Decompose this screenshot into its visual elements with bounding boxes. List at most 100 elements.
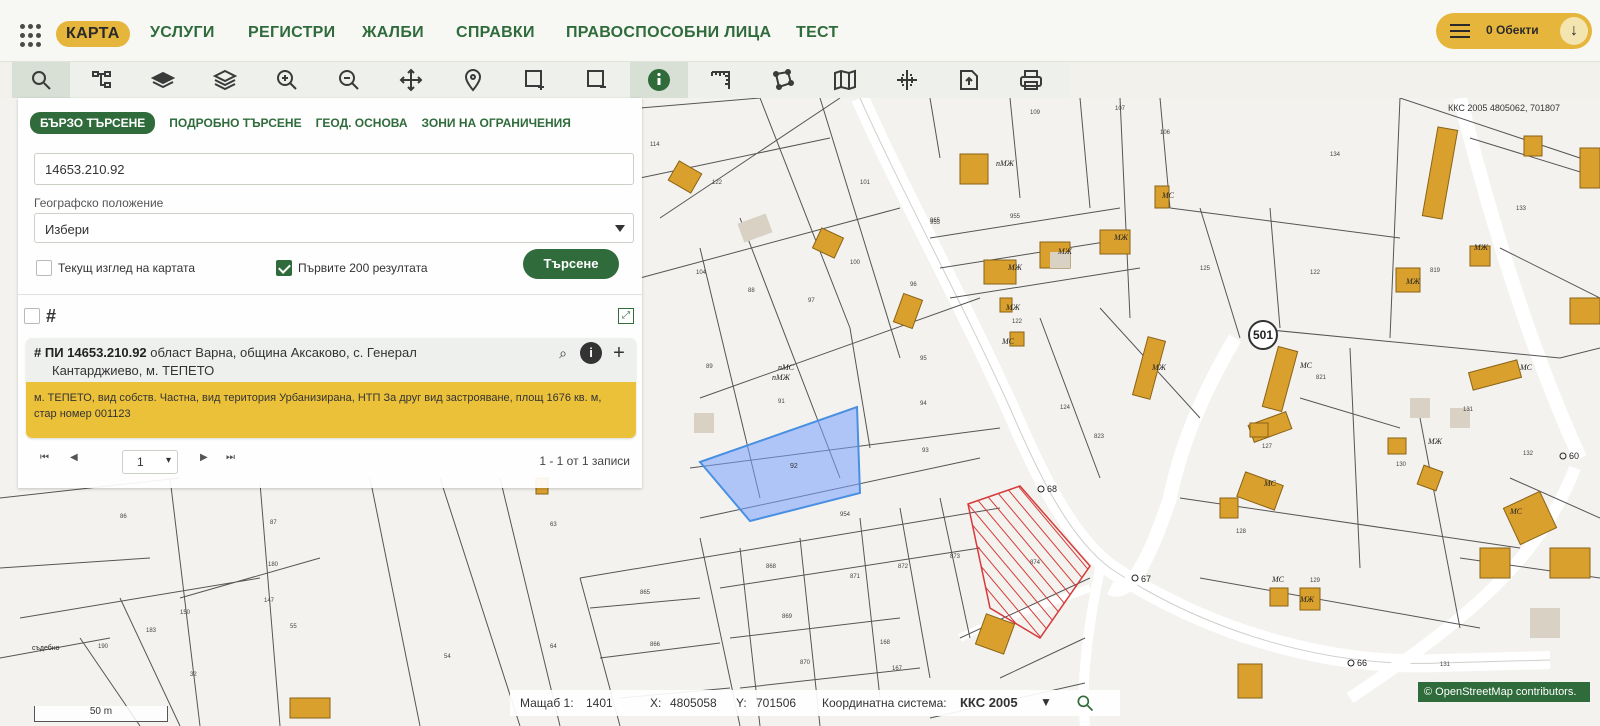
upload-icon (960, 70, 978, 90)
search-icon[interactable] (1075, 693, 1095, 713)
search-tabs: БЪРЗО ТЪРСЕНЕ ПОДРОБНО ТЪРСЕНЕ ГЕОД. ОСН… (30, 112, 571, 134)
svg-text:821: 821 (1316, 375, 1327, 381)
pan-icon (399, 68, 423, 92)
svg-text:869: 869 (782, 614, 793, 620)
location-tool[interactable] (444, 62, 502, 98)
upload-tool[interactable] (940, 62, 998, 98)
polygon-tool[interactable] (754, 62, 812, 98)
search-icon (32, 71, 51, 90)
osm-attribution[interactable]: © OpenStreetMap contributors. (1418, 682, 1590, 702)
result-details-text: м. ТЕПЕТО, вид собств. Частна, вид терит… (34, 392, 602, 420)
svg-text:109: 109 (1030, 110, 1041, 116)
x-label: X: (650, 696, 662, 710)
tab-detailed-search[interactable]: ПОДРОБНО ТЪРСЕНЕ (169, 112, 301, 134)
measure-tool[interactable] (692, 62, 750, 98)
caret-down-icon[interactable]: ▼ (1040, 695, 1052, 709)
svg-text:88: 88 (748, 288, 755, 294)
svg-text:94: 94 (920, 401, 927, 407)
layers-tool[interactable] (134, 62, 192, 98)
expand-icon[interactable]: ⤢ (618, 308, 634, 324)
result-header: # ПИ 14653.210.92 област Варна, община А… (26, 338, 636, 382)
map-tool[interactable] (816, 62, 874, 98)
nav-references[interactable]: СПРАВКИ (456, 24, 535, 42)
geo-location-select[interactable]: Избери (34, 213, 634, 243)
nav-complaints[interactable]: ЖАЛБИ (362, 24, 424, 42)
svg-text:122: 122 (1012, 319, 1023, 325)
layers-stack-icon (213, 69, 237, 91)
print-tool[interactable] (1002, 62, 1060, 98)
top-navigation: КАРТА УСЛУГИ РЕГИСТРИ ЖАЛБИ СПРАВКИ ПРАВ… (0, 0, 1600, 62)
svg-text:МЖ: МЖ (1057, 247, 1073, 256)
svg-text:64: 64 (550, 644, 557, 650)
tree-tool[interactable] (74, 62, 132, 98)
svg-text:104: 104 (696, 270, 707, 276)
zoom-to-result-icon[interactable]: ⌕ (552, 342, 574, 364)
select-add-tool[interactable] (506, 62, 564, 98)
caret-down-icon (615, 225, 625, 232)
info-tool[interactable] (630, 62, 688, 98)
zoom-out-tool[interactable] (320, 62, 378, 98)
pan-tool[interactable] (382, 62, 440, 98)
result-card[interactable]: # ПИ 14653.210.92 област Варна, община А… (26, 338, 636, 438)
tab-quick-search[interactable]: БЪРЗО ТЪРСЕНЕ (30, 112, 156, 134)
prev-page-icon[interactable]: ◀ (70, 452, 78, 463)
svg-text:91: 91 (778, 399, 785, 405)
search-button[interactable]: Търсене (523, 249, 619, 279)
select-all-checkbox[interactable] (24, 308, 40, 324)
current-view-checkbox[interactable] (36, 260, 52, 276)
last-page-icon[interactable]: ⏭ (226, 452, 235, 463)
svg-text:167: 167 (892, 666, 903, 672)
hash-icon: # (34, 345, 45, 360)
info-icon[interactable]: i (580, 342, 602, 364)
zoom-in-tool[interactable] (258, 62, 316, 98)
svg-text:954: 954 (840, 512, 851, 518)
first-page-icon[interactable]: ⏮ (40, 452, 49, 463)
crosshair-icon (897, 70, 917, 90)
chevron-down-icon: ▾ (165, 455, 171, 466)
svg-text:55: 55 (290, 624, 297, 630)
next-page-icon[interactable]: ▶ (200, 452, 208, 463)
page-select[interactable]: 1 ▾ (122, 450, 178, 474)
svg-text:60: 60 (1569, 451, 1579, 461)
svg-text:124: 124 (1060, 405, 1071, 411)
crosshair-tool[interactable] (878, 62, 936, 98)
svg-text:823: 823 (1094, 434, 1105, 440)
first-200-option[interactable]: Първите 200 резултата (276, 260, 428, 276)
search-input[interactable] (34, 153, 634, 185)
svg-text:МЖ: МЖ (1005, 303, 1021, 312)
add-icon[interactable]: + (608, 342, 630, 364)
page-select-value: 1 (137, 455, 144, 469)
tab-geodetic-base[interactable]: ГЕОД. ОСНОВА (316, 112, 408, 134)
svg-text:868: 868 (766, 564, 777, 570)
layers-stack-tool[interactable] (196, 62, 254, 98)
result-actions: ⌕ i + (552, 342, 630, 364)
result-details: м. ТЕПЕТО, вид собств. Частна, вид терит… (26, 382, 636, 438)
nav-test[interactable]: ТЕСТ (796, 24, 839, 42)
svg-text:92: 92 (790, 463, 798, 470)
nav-services[interactable]: УСЛУГИ (150, 24, 215, 42)
first-200-checkbox[interactable] (276, 260, 292, 276)
svg-text:106: 106 (1160, 130, 1171, 136)
select-remove-tool[interactable] (568, 62, 626, 98)
nav-map[interactable]: КАРТА (56, 21, 130, 47)
svg-text:54: 54 (444, 654, 451, 660)
crs-select[interactable]: ККС 2005 (960, 695, 1018, 710)
apps-grid-icon[interactable] (20, 24, 44, 48)
current-view-label: Текущ изглед на картата (58, 261, 196, 275)
objects-button[interactable]: 0 Обекти ↓ (1436, 13, 1592, 49)
svg-text:МЖ: МЖ (1473, 243, 1489, 252)
current-view-option[interactable]: Текущ изглед на картата (36, 260, 195, 276)
result-location-1: област Варна, община Аксаково, с. Генера… (150, 345, 417, 360)
zoom-in-icon (277, 70, 297, 90)
download-arrow-icon[interactable]: ↓ (1560, 17, 1588, 45)
nav-registers[interactable]: РЕГИСТРИ (248, 24, 335, 42)
search-tool[interactable] (12, 62, 70, 98)
print-icon (1020, 70, 1042, 90)
tab-restriction-zones[interactable]: ЗОНИ НА ОГРАНИЧЕНИЯ (422, 112, 571, 134)
svg-text:955: 955 (1010, 214, 1021, 220)
svg-text:93: 93 (922, 448, 929, 454)
svg-text:МЖ: МЖ (1405, 277, 1421, 286)
nav-legal-entities[interactable]: ПРАВОСПОСОБНИ ЛИЦА (566, 24, 771, 42)
svg-text:МС: МС (1509, 507, 1523, 516)
map-coordinate-header: ККС 2005 4805062, 701807 (1448, 103, 1560, 113)
